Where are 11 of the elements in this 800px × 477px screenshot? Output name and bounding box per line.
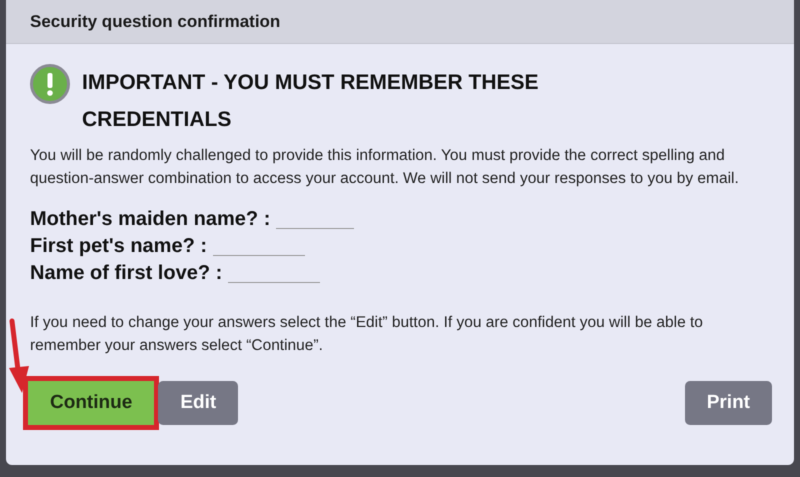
dialog-title: Security question confirmation xyxy=(30,10,280,33)
continue-button[interactable]: Continue xyxy=(28,381,154,425)
edit-button[interactable]: Edit xyxy=(158,381,238,425)
question-label: Mother's maiden name? : xyxy=(30,207,270,232)
question-label: Name of first love? : xyxy=(30,261,222,286)
instructions-text: If you need to change your answers select the “Edit” button. If you are confident you will be able to remember your answers select “Continue”. xyxy=(30,313,704,356)
print-button[interactable]: Print xyxy=(684,381,772,425)
question-label: First pet's name? : xyxy=(30,234,208,259)
exclamation-icon xyxy=(30,64,70,104)
notice-heading: IMPORTANT - YOU MUST REMEMBER THESE CREDENTIALS xyxy=(82,70,540,133)
notice-text: You will be randomly challenged to provide this information. You must provide the correct spelling and question-answer combination to access your account. We will not send your responses to you by email. xyxy=(30,146,740,189)
